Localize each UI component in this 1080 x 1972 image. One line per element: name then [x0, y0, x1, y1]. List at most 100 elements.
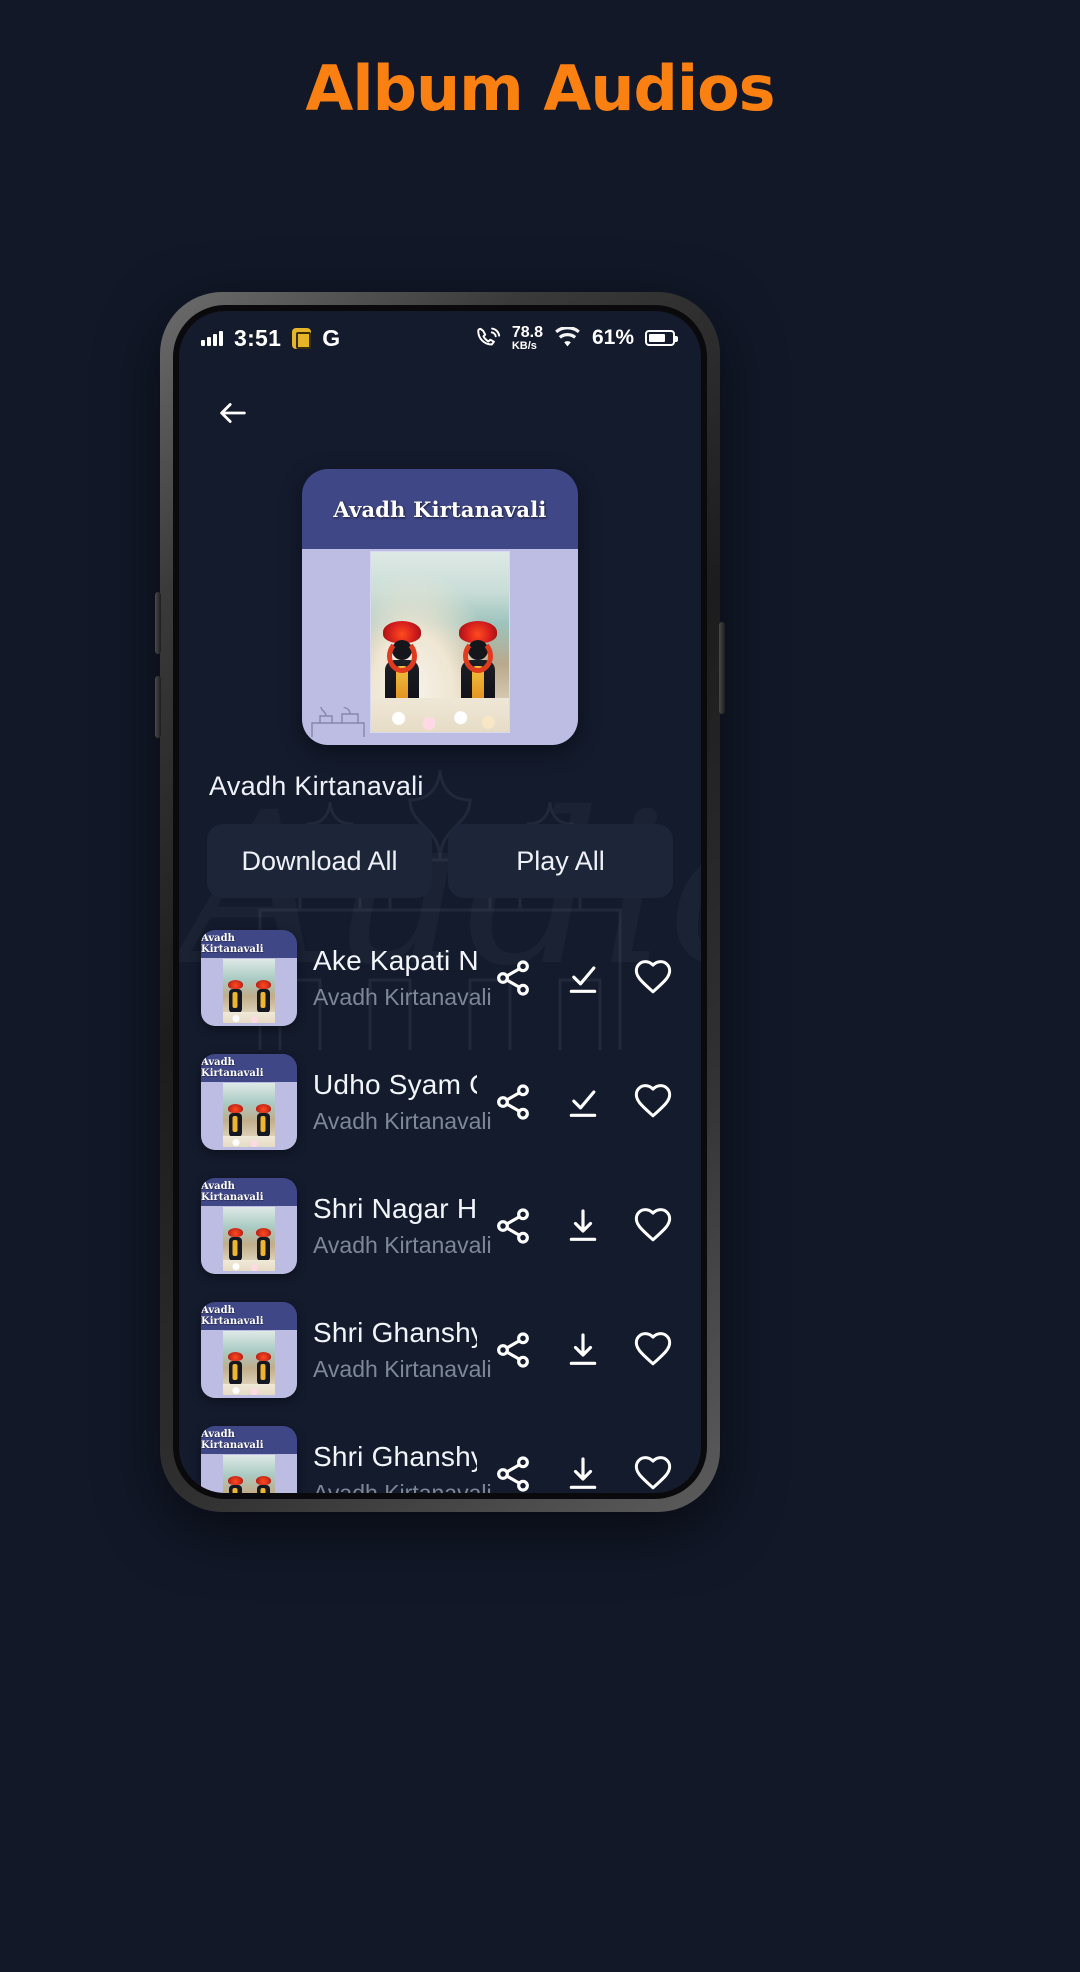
song-list[interactable]: Avadh Kirtanavali Ake Kapati Na tare … Ava… — [179, 916, 701, 1493]
song-info: Shri Ghanshyam Vai… Avadh Kirtanavali — [313, 1317, 492, 1383]
shield-badge-icon — [292, 327, 312, 349]
share-icon — [497, 1332, 529, 1368]
album-cover-body — [302, 549, 578, 745]
song-thumbnail-photo — [223, 1331, 275, 1395]
album-cover[interactable]: Avadh Kirtanavali — [302, 469, 578, 745]
download-button[interactable] — [563, 1206, 603, 1246]
song-title: Shri Ghanshyam shri… — [313, 1441, 477, 1472]
song-thumbnail-header: Avadh Kirtanavali — [201, 1426, 297, 1454]
song-row[interactable]: Avadh Kirtanavali Ake Kapati Na tare … Ava… — [179, 916, 701, 1040]
song-thumbnail[interactable]: Avadh Kirtanavali — [201, 1426, 297, 1493]
song-thumbnail-body — [201, 1206, 297, 1274]
song-thumbnail-title: Avadh Kirtanavali — [201, 1429, 264, 1451]
song-thumbnail[interactable]: Avadh Kirtanavali — [201, 1302, 297, 1398]
phone-screen: 3:51 G 78.8 KB/s 61% Avadh Kirtanavali A… — [179, 311, 701, 1493]
song-artist: Avadh Kirtanavali — [313, 1480, 492, 1493]
app-content: Audio Avadh Kirtanavali — [179, 365, 701, 1493]
download-all-button[interactable]: Download All — [207, 824, 432, 898]
back-button[interactable] — [211, 391, 255, 435]
download-icon — [569, 1457, 597, 1489]
song-thumbnail-body — [201, 958, 297, 1026]
download-icon — [569, 1333, 597, 1365]
song-thumbnail-photo — [223, 1207, 275, 1271]
song-thumbnail-header: Avadh Kirtanavali — [201, 1302, 297, 1330]
favorite-button[interactable] — [633, 1082, 673, 1122]
share-icon — [497, 1456, 529, 1492]
battery-icon — [645, 330, 678, 346]
download-button[interactable] — [563, 958, 603, 998]
song-thumbnail-body — [201, 1454, 297, 1493]
song-thumbnail-photo — [223, 1083, 275, 1147]
page-title: Album Audios — [305, 52, 775, 125]
download-done-icon — [569, 966, 597, 993]
song-thumbnail-photo — [223, 959, 275, 1023]
power-button[interactable] — [719, 622, 725, 714]
song-thumbnail[interactable]: Avadh Kirtanavali — [201, 1054, 297, 1150]
battery-percent: 61% — [591, 326, 634, 349]
share-button[interactable] — [493, 958, 533, 998]
song-thumbnail-title: Avadh Kirtanavali — [201, 933, 264, 955]
album-cover-header: Avadh Kirtanavali — [302, 469, 578, 549]
status-bar: 3:51 G 78.8 KB/s 61% — [179, 311, 701, 365]
volume-down-button[interactable] — [155, 676, 161, 738]
phone-bezel: 3:51 G 78.8 KB/s 61% Avadh Kirtanavali A… — [173, 305, 707, 1499]
status-time: 3:51 — [234, 324, 282, 351]
favorite-button[interactable] — [633, 1206, 673, 1246]
share-button[interactable] — [493, 1454, 533, 1493]
network-speed-unit: KB/s — [511, 339, 537, 352]
share-icon — [497, 1084, 529, 1120]
song-thumbnail-body — [201, 1330, 297, 1398]
song-thumbnail-header: Avadh Kirtanavali — [201, 1178, 297, 1206]
song-title: Ake Kapati Na tare … — [313, 945, 477, 976]
app-toolbar — [179, 365, 701, 435]
favorite-button[interactable] — [633, 958, 673, 998]
network-speed: 78.8 KB/s — [511, 324, 543, 352]
song-thumbnail-body — [201, 1082, 297, 1150]
song-thumbnail[interactable]: Avadh Kirtanavali — [201, 930, 297, 1026]
song-artist: Avadh Kirtanavali — [313, 1232, 492, 1258]
song-thumbnail-title: Avadh Kirtanavali — [201, 1305, 264, 1327]
song-action-buttons — [493, 958, 679, 998]
heart-icon — [634, 960, 672, 994]
share-button[interactable] — [493, 1330, 533, 1370]
song-artist: Avadh Kirtanavali — [313, 984, 492, 1010]
song-thumbnail[interactable]: Avadh Kirtanavali — [201, 1178, 297, 1274]
song-artist: Avadh Kirtanavali — [313, 1108, 492, 1134]
song-action-buttons — [493, 1082, 679, 1122]
song-row[interactable]: Avadh Kirtanavali Shri Ghanshyam Vai… Avad… — [179, 1288, 701, 1412]
download-button[interactable] — [563, 1330, 603, 1370]
song-row[interactable]: Avadh Kirtanavali Shri Ghanshyam shri… Ava… — [179, 1412, 701, 1493]
share-icon — [497, 960, 529, 996]
song-title: Shri Nagar Hari Khel… — [313, 1193, 477, 1224]
share-button[interactable] — [493, 1206, 533, 1246]
download-button[interactable] — [563, 1082, 603, 1122]
favorite-button[interactable] — [633, 1454, 673, 1493]
song-title: Udho Syam Chabi M… — [313, 1069, 477, 1100]
album-cover-title: Avadh Kirtanavali — [333, 496, 547, 522]
back-arrow-icon — [220, 403, 246, 423]
play-all-button[interactable]: Play All — [448, 824, 673, 898]
song-row[interactable]: Avadh Kirtanavali Udho Syam Chabi M… Avadh… — [179, 1040, 701, 1164]
download-button[interactable] — [563, 1454, 603, 1493]
temple-illustration-icon — [311, 707, 365, 737]
song-info: Ake Kapati Na tare … Avadh Kirtanavali — [313, 945, 492, 1011]
volume-up-button[interactable] — [155, 592, 161, 654]
song-thumbnail-header: Avadh Kirtanavali — [201, 1054, 297, 1082]
album-actions: Download All Play All — [207, 824, 673, 898]
song-info: Shri Nagar Hari Khel… Avadh Kirtanavali — [313, 1193, 492, 1259]
song-thumbnail-photo — [223, 1455, 275, 1493]
favorite-button[interactable] — [633, 1330, 673, 1370]
song-row[interactable]: Avadh Kirtanavali Shri Nagar Hari Khel… Av… — [179, 1164, 701, 1288]
song-thumbnail-title: Avadh Kirtanavali — [201, 1057, 264, 1079]
heart-icon — [634, 1332, 672, 1366]
song-action-buttons — [493, 1454, 679, 1493]
network-type-label: G — [322, 324, 341, 351]
song-info: Shri Ghanshyam shri… Avadh Kirtanavali — [313, 1441, 492, 1493]
heart-icon — [634, 1208, 672, 1242]
download-done-icon — [569, 1090, 597, 1117]
song-artist: Avadh Kirtanavali — [313, 1356, 492, 1382]
heart-icon — [634, 1456, 672, 1490]
heart-icon — [634, 1084, 672, 1118]
share-button[interactable] — [493, 1082, 533, 1122]
song-thumbnail-title: Avadh Kirtanavali — [201, 1181, 264, 1203]
